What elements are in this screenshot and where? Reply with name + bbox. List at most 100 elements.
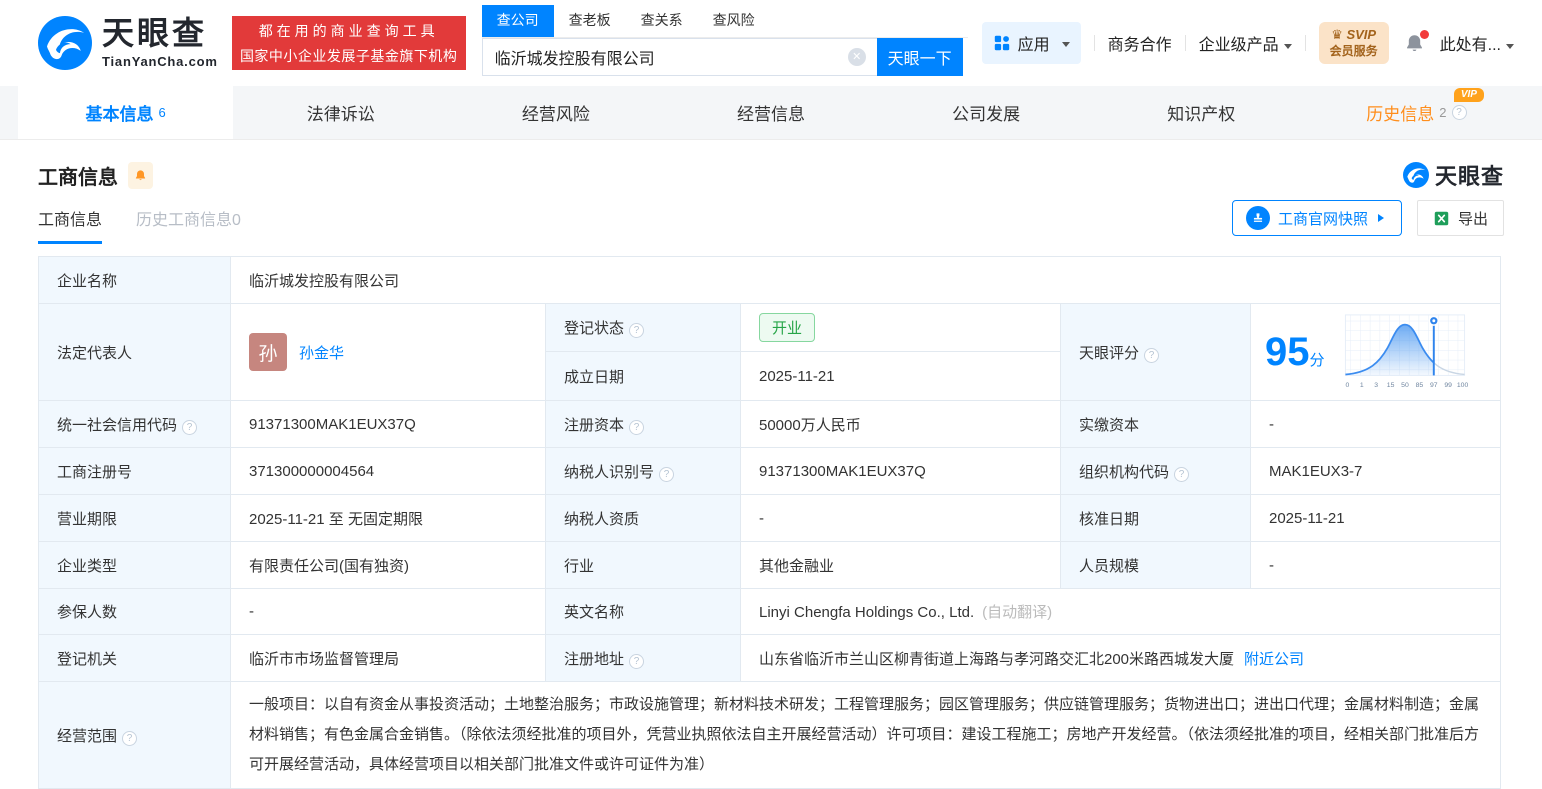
clear-icon[interactable]	[847, 47, 866, 66]
field-label-business-term: 营业期限	[38, 494, 231, 542]
field-label-approval-date: 核准日期	[1060, 494, 1251, 542]
field-value-credit-code: 91371300MAK1EUX37Q	[230, 400, 546, 448]
tab-label: 法律诉讼	[306, 105, 375, 124]
legal-rep-link[interactable]: 孙金华	[299, 342, 344, 363]
divider	[1093, 35, 1095, 51]
table-row: 营业期限 2025-11-21 至 无固定期限 纳税人资质 - 核准日期 202…	[38, 494, 1502, 542]
section-actions: 工商官网快照 导出	[1231, 200, 1504, 244]
tab-operation-risk[interactable]: 经营风险	[448, 86, 663, 139]
user-menu[interactable]: 此处有...	[1440, 31, 1514, 55]
label-text: 组织机构代码	[1079, 463, 1170, 481]
search-button[interactable]: 天眼一下	[876, 37, 963, 76]
field-label-insured-count: 参保人数	[38, 588, 231, 635]
label-text: 法定代表人	[57, 344, 133, 362]
field-value-taxpayer-id: 91371300MAK1EUX37Q	[740, 447, 1061, 495]
svg-text:15: 15	[1386, 382, 1394, 389]
svg-text:0: 0	[1345, 382, 1349, 389]
help-icon[interactable]	[182, 419, 198, 435]
label-text: 实缴资本	[1079, 416, 1140, 434]
menu-item-enterprise[interactable]: 企业级产品	[1199, 31, 1292, 55]
label-text: 参保人数	[57, 604, 118, 621]
field-value-insured-count: -	[230, 588, 546, 635]
vip-badge: VIP	[1453, 88, 1484, 102]
tab-intellectual-property[interactable]: 知识产权	[1094, 86, 1309, 139]
search-tabs: 查公司 查老板 查关系 查风险	[481, 4, 968, 38]
field-label-reg-authority: 登记机关	[38, 634, 231, 682]
field-value-address: 山东省临沂市兰山区柳青街道上海路与孝河路交汇北200米路西城发大厦 附近公司	[739, 634, 1502, 682]
subtab-row: 工商信息 历史工商信息0 工商官网快照 导出	[38, 200, 1504, 244]
help-icon[interactable]	[122, 730, 138, 746]
tianyancha-logo[interactable]: 天眼查 TianYanCha.com	[38, 16, 218, 70]
search-tab-boss[interactable]: 查老板	[554, 5, 626, 37]
search-tab-risk[interactable]: 查风险	[698, 5, 770, 37]
apps-grid-icon	[994, 35, 1009, 51]
field-value-score: 95分 0 1 3 15 50 85 97 99 100	[1249, 303, 1502, 401]
tab-label: 公司发展	[952, 105, 1021, 124]
tab-history-info[interactable]: 历史信息 2 VIP	[1309, 86, 1524, 139]
svg-text:1: 1	[1359, 382, 1363, 389]
help-icon[interactable]	[1174, 466, 1190, 482]
field-label-company-name: 企业名称	[38, 256, 231, 304]
help-icon[interactable]	[659, 466, 675, 482]
search-input[interactable]	[481, 37, 877, 76]
slogan-line1: 都在用的商业查询工具	[258, 22, 439, 39]
help-icon[interactable]	[629, 323, 645, 338]
label-text: 人员规模	[1079, 557, 1140, 575]
search-tab-relation[interactable]: 查关系	[626, 5, 698, 37]
tab-legal-litigation[interactable]: 法律诉讼	[233, 86, 448, 139]
tab-label: 知识产权	[1167, 105, 1236, 124]
svg-text:100: 100	[1456, 382, 1468, 389]
export-label: 导出	[1457, 210, 1488, 228]
tab-label: 历史信息	[1366, 105, 1435, 124]
status-badge: 开业	[759, 313, 816, 342]
menu-item-cooperation[interactable]: 商务合作	[1108, 31, 1172, 55]
tab-operation-info[interactable]: 经营信息	[663, 86, 878, 139]
field-label-score: 天眼评分	[1060, 303, 1251, 401]
search-tab-company[interactable]: 查公司	[481, 4, 554, 37]
label-text: 成立日期	[564, 368, 625, 386]
notification-bell-icon[interactable]	[1404, 29, 1429, 54]
export-button[interactable]: 导出	[1416, 200, 1504, 236]
help-icon[interactable]	[629, 419, 645, 435]
apps-menu-button[interactable]: 应用	[981, 22, 1081, 64]
field-value-company-name: 临沂城发控股有限公司	[229, 256, 1502, 304]
auto-translate-note: (自动翻译)	[982, 604, 1053, 621]
score-unit: 分	[1309, 352, 1325, 369]
logo-title: 天眼查	[102, 15, 208, 51]
field-label-address: 注册地址	[545, 634, 741, 682]
help-icon[interactable]	[629, 653, 645, 669]
svip-line2: 会员服务	[1329, 43, 1378, 58]
svg-text:85: 85	[1415, 382, 1423, 389]
field-value-reg-status: 开业	[740, 303, 1061, 352]
field-label-reg-status: 登记状态	[545, 303, 741, 352]
label-text: 企业名称	[57, 272, 118, 290]
help-icon[interactable]	[1451, 105, 1467, 120]
tab-company-development[interactable]: 公司发展	[879, 86, 1094, 139]
business-info-table: 企业名称 临沂城发控股有限公司 法定代表人 孙 孙金华 登记状态 开业 天眼评分…	[38, 256, 1502, 789]
official-snapshot-button[interactable]: 工商官网快照	[1231, 200, 1402, 236]
avatar[interactable]: 孙	[249, 333, 287, 371]
header-right-nav: 应用 商务合作 企业级产品 ♛ SVIP 会员服务 此处有...	[981, 22, 1514, 64]
field-label-reg-capital: 注册资本	[545, 400, 741, 448]
field-value-reg-capital: 50000万人民币	[740, 400, 1061, 448]
table-row: 企业名称 临沂城发控股有限公司	[38, 256, 1502, 304]
field-value-business-scope: 一般项目：以自有资金从事投资活动；土地整治服务；市政设施管理；新材料技术研发；工…	[229, 681, 1502, 789]
table-row: 登记机关 临沂市市场监督管理局 注册地址 山东省临沂市兰山区柳青街道上海路与孝河…	[38, 634, 1502, 682]
label-text: 经营范围	[57, 727, 118, 745]
score-chart[interactable]: 0 1 3 15 50 85 97 99 100	[1339, 311, 1471, 393]
field-label-taxpayer-quality: 纳税人资质	[545, 494, 741, 542]
svip-member-button[interactable]: ♛ SVIP 会员服务	[1318, 22, 1389, 64]
stamp-icon	[1245, 206, 1270, 230]
section-title: 工商信息	[38, 166, 118, 189]
label-text: 注册资本	[564, 416, 625, 434]
chevron-down-icon	[1061, 41, 1070, 51]
table-row: 经营范围 一般项目：以自有资金从事投资活动；土地整治服务；市政设施管理；新材料技…	[38, 681, 1502, 789]
chevron-right-icon	[1377, 214, 1388, 222]
nearby-companies-link[interactable]: 附近公司	[1244, 651, 1304, 668]
tab-basic-info[interactable]: 基本信息 6	[18, 86, 234, 139]
subtab-history-business-info[interactable]: 历史工商信息0	[136, 206, 241, 244]
field-label-business-scope: 经营范围	[38, 681, 231, 789]
monitor-bell-icon[interactable]	[128, 161, 153, 189]
subtab-business-info[interactable]: 工商信息	[38, 206, 103, 244]
help-icon[interactable]	[1144, 347, 1160, 363]
